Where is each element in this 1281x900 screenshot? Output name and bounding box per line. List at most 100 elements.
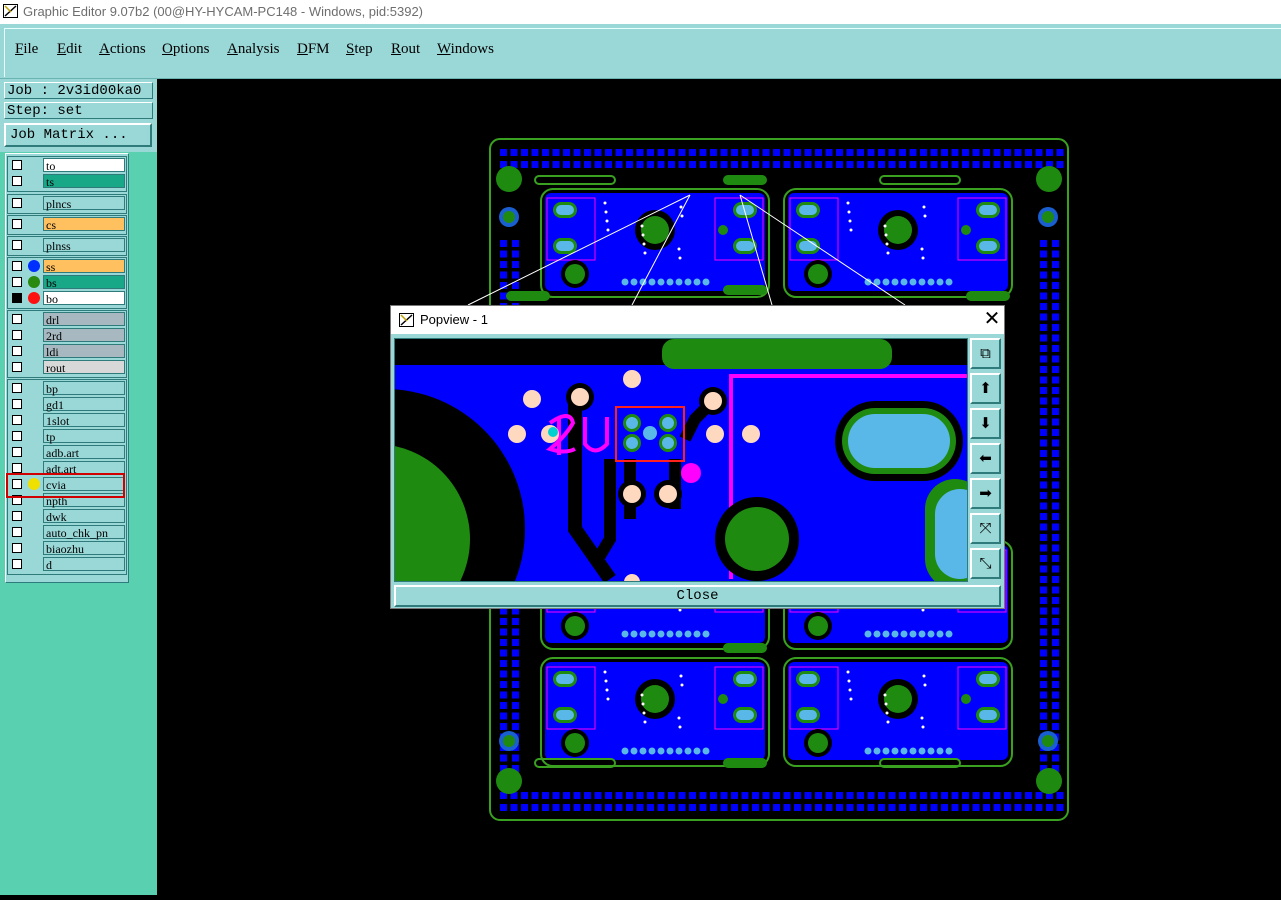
pan-up-button[interactable]: ⬆ <box>970 373 1001 404</box>
menu-edit[interactable]: Edit <box>57 41 82 58</box>
layer-name[interactable]: 1slot <box>43 413 125 428</box>
layer-name[interactable]: drl <box>43 312 125 327</box>
menu-step[interactable]: Step <box>346 41 373 58</box>
layer-row-bo[interactable]: bo <box>8 291 126 307</box>
layer-row-to[interactable]: to <box>8 158 126 174</box>
layer-checkbox[interactable] <box>12 511 22 521</box>
menu-file[interactable]: File <box>15 41 38 58</box>
layer-checkbox[interactable] <box>12 314 22 324</box>
layer-row-1slot[interactable]: 1slot <box>8 413 126 429</box>
layer-name[interactable]: gd1 <box>43 397 125 412</box>
layer-name[interactable]: plnss <box>43 238 125 253</box>
layer-row-cs[interactable]: cs <box>8 217 126 233</box>
layer-row-tp[interactable]: tp <box>8 429 126 445</box>
edge-pad <box>657 278 665 286</box>
layer-row-bs[interactable]: bs <box>8 275 126 291</box>
layer-name[interactable]: adb.art <box>43 445 125 460</box>
mount-pad <box>641 685 669 713</box>
layer-checkbox[interactable] <box>12 160 22 170</box>
zoomed-pcb-graphic[interactable] <box>395 339 967 581</box>
via <box>884 702 888 706</box>
layer-row-npth[interactable]: npth <box>8 493 126 509</box>
menu-options[interactable]: Options <box>162 41 210 58</box>
close-button[interactable]: Close <box>394 585 1001 607</box>
layer-row-gd1[interactable]: gd1 <box>8 397 126 413</box>
close-icon[interactable]: ✕ <box>981 308 1003 330</box>
menu-windows[interactable]: Windows <box>437 41 494 58</box>
layer-name[interactable]: auto_chk_pn <box>43 525 125 540</box>
layer-row-dwk[interactable]: dwk <box>8 509 126 525</box>
pan-down-button[interactable]: ⬇ <box>970 408 1001 439</box>
layer-checkbox[interactable] <box>12 415 22 425</box>
layer-row-adb.art[interactable]: adb.art <box>8 445 126 461</box>
layer-name[interactable]: to <box>43 158 125 173</box>
zoom-out-button[interactable]: ⤡ <box>970 548 1001 579</box>
menu-rout[interactable]: Rout <box>391 41 420 58</box>
layer-name[interactable]: cs <box>43 217 125 232</box>
layer-row-drl[interactable]: drl <box>8 312 126 328</box>
pan-left-button[interactable]: ⬅ <box>970 443 1001 474</box>
layer-row-2rd[interactable]: 2rd <box>8 328 126 344</box>
layer-name[interactable]: bp <box>43 381 125 396</box>
border-pad <box>1052 691 1059 699</box>
layer-row-bp[interactable]: bp <box>8 381 126 397</box>
layer-checkbox[interactable] <box>12 261 22 271</box>
border-pad <box>1052 628 1059 636</box>
layer-row-biaozhu[interactable]: biaozhu <box>8 541 126 557</box>
layer-checkbox[interactable] <box>12 447 22 457</box>
layer-checkbox[interactable] <box>12 198 22 208</box>
pan-right-button[interactable]: ➡ <box>970 478 1001 509</box>
layer-name[interactable]: dwk <box>43 509 125 524</box>
layer-name[interactable]: rout <box>43 360 125 375</box>
layer-checkbox[interactable] <box>12 399 22 409</box>
layer-checkbox[interactable] <box>12 330 22 340</box>
layer-row-cvia[interactable]: cvia <box>8 477 126 493</box>
layer-row-plncs[interactable]: plncs <box>8 196 126 212</box>
layer-name[interactable]: d <box>43 557 125 572</box>
menu-actions[interactable]: Actions <box>99 41 146 58</box>
layer-name[interactable]: bs <box>43 275 125 290</box>
menu-dfm[interactable]: DFM <box>297 41 330 58</box>
layer-row-ts[interactable]: ts <box>8 174 126 190</box>
layer-checkbox[interactable] <box>12 559 22 569</box>
popview-zoom-view[interactable] <box>394 338 968 582</box>
layer-name[interactable]: ss <box>43 259 125 274</box>
layer-name[interactable]: bo <box>43 291 125 306</box>
layer-checkbox[interactable] <box>12 362 22 372</box>
layer-row-rout[interactable]: rout <box>8 360 126 376</box>
layer-checkbox[interactable] <box>12 527 22 537</box>
layer-checkbox[interactable] <box>12 431 22 441</box>
zoom-home-button[interactable]: ⧉ <box>970 338 1001 369</box>
layer-name[interactable]: 2rd <box>43 328 125 343</box>
layer-name[interactable]: ts <box>43 174 125 189</box>
layer-row-ss[interactable]: ss <box>8 259 126 275</box>
menu-analysis[interactable]: Analysis <box>227 41 280 58</box>
layer-row-auto_chk_pn[interactable]: auto_chk_pn <box>8 525 126 541</box>
layer-row-adt.art[interactable]: adt.art <box>8 461 126 477</box>
border-pad <box>920 149 927 156</box>
layer-name[interactable]: ldi <box>43 344 125 359</box>
layer-checkbox[interactable] <box>12 383 22 393</box>
layer-checkbox[interactable] <box>12 277 22 287</box>
layer-name[interactable]: biaozhu <box>43 541 125 556</box>
layer-checkbox[interactable] <box>12 293 22 303</box>
layer-name[interactable]: cvia <box>43 477 125 492</box>
layer-checkbox[interactable] <box>12 479 22 489</box>
layer-row-ldi[interactable]: ldi <box>8 344 126 360</box>
layer-name[interactable]: tp <box>43 429 125 444</box>
layer-row-d[interactable]: d <box>8 557 126 573</box>
layer-checkbox[interactable] <box>12 219 22 229</box>
layer-checkbox[interactable] <box>12 240 22 250</box>
layer-checkbox[interactable] <box>12 543 22 553</box>
job-matrix-button[interactable]: Job Matrix ... <box>4 123 152 147</box>
layer-name[interactable]: adt.art <box>43 461 125 476</box>
layer-checkbox[interactable] <box>12 495 22 505</box>
via <box>886 251 890 255</box>
layer-name[interactable]: plncs <box>43 196 125 211</box>
layer-row-plnss[interactable]: plnss <box>8 238 126 254</box>
layer-checkbox[interactable] <box>12 346 22 356</box>
zoom-in-button[interactable]: ⤧ <box>970 513 1001 544</box>
layer-name[interactable]: npth <box>43 493 125 508</box>
layer-checkbox[interactable] <box>12 176 22 186</box>
layer-checkbox[interactable] <box>12 463 22 473</box>
